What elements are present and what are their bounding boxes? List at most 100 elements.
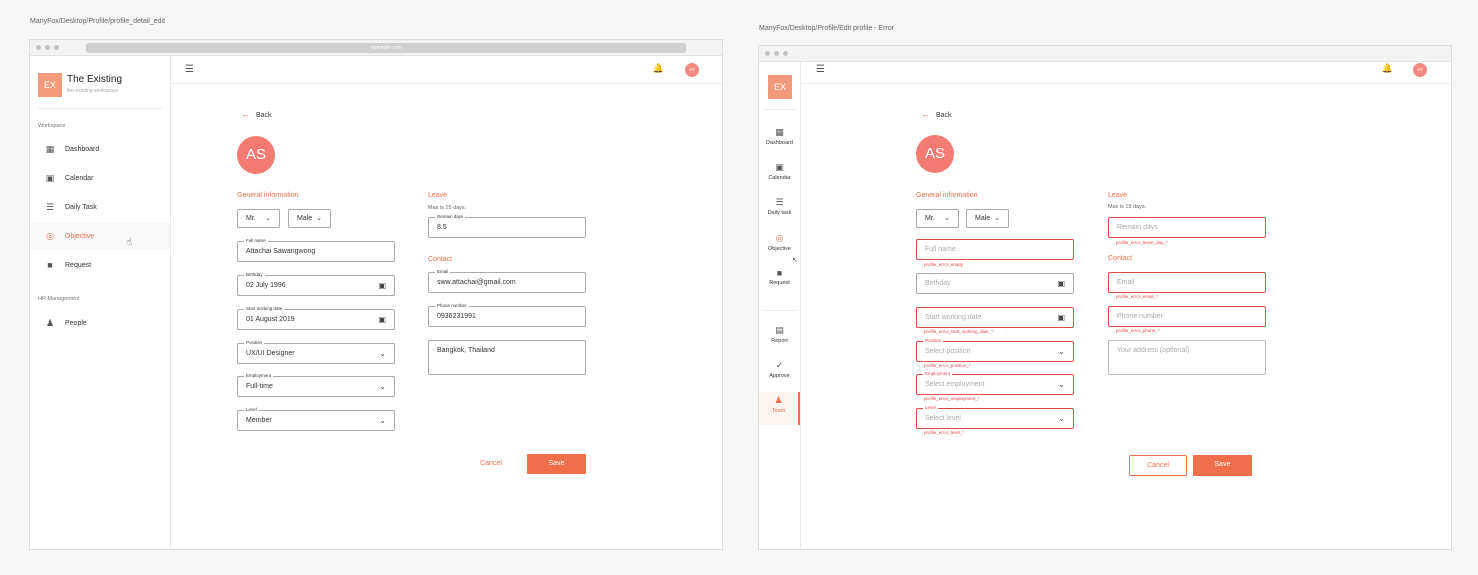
phone-field[interactable]: Phone number 0936231991 [428,303,586,327]
phone-error: profile_error_phone_* [1116,328,1160,333]
sidebar-item-daily-task[interactable]: ☰ Daily Task [30,194,170,220]
dashboard-icon: ▦ [45,143,55,154]
sidebar-item-label: Objective [768,246,791,252]
level-select[interactable]: Level Select level ⌄ [916,405,1074,429]
position-error: profile_error_position_* [924,363,971,368]
top-header: ☰ 🔔 AT [801,56,1451,84]
employment-select[interactable]: Employment Select employment ⌄ [916,371,1074,395]
sidebar-item-label: Calendar [768,175,791,181]
sidebar-item-daily-task[interactable]: ☰ Daily task [759,197,800,216]
general-info-title: General information [237,192,299,199]
cancel-button[interactable]: Cancel [1129,455,1187,476]
sidebar-collapsed: EX ▦ Dashboard ▣ Calendar ☰ Daily task ◎ Obj… [759,62,801,549]
window-controls[interactable] [36,45,59,50]
chevron-down-icon: ⌄ [316,215,322,222]
position-select[interactable]: Position UX/UI Designer ⌄ [237,340,395,364]
phone-field[interactable]: Phone number [1108,306,1266,327]
gender-select[interactable]: Male ⌄ [966,209,1009,228]
calendar-icon: ▣ [775,162,784,172]
dashboard-icon: ▦ [775,127,784,137]
sidebar-item-dashboard[interactable]: ▦ Dashboard [759,127,800,146]
start-date-field[interactable]: Start working date 01 August 2019 ▣ [237,306,395,330]
address-textarea[interactable]: Your address (optional) [1108,340,1266,375]
sidebar-item-people[interactable]: ♟ People [30,310,170,336]
frame-title-right: ManyFox/Desktop/Profile/Edit profile - E… [759,25,894,32]
gender-select[interactable]: Male ⌄ [288,209,331,228]
calendar-icon[interactable]: ▣ [378,315,386,324]
sidebar-item-approve[interactable]: ✓ Approve [759,360,800,379]
address-textarea[interactable]: Bangkok, Thailand [428,340,586,375]
sidebar-item-dashboard[interactable]: ▦ Dashboard [30,136,170,162]
list-icon: ☰ [775,197,784,207]
window-controls[interactable] [765,51,788,56]
remain-days-field[interactable]: Remain days 8.5 [428,214,586,238]
check-icon: ✓ [775,360,784,370]
sidebar-item-request[interactable]: ■ Request [759,268,800,286]
sidebar-item-label: People [65,319,87,327]
cancel-button[interactable]: Cancel [471,460,511,467]
sidebar-item-label: Request [65,261,92,269]
header-avatar[interactable]: AT [685,63,699,77]
start-date-field[interactable]: Start working date ▣ [916,307,1074,328]
arrow-left-icon: ← [241,109,250,119]
divider [763,310,796,311]
back-label: Back [936,112,952,119]
header-avatar[interactable]: AT [1413,63,1427,77]
birthday-field[interactable]: Birthday ▣ [916,273,1074,294]
birthday-field[interactable]: Birthday 02 July 1996 ▣ [237,272,395,296]
position-select[interactable]: Position Select position ⌄ [916,338,1074,362]
sidebar-item-label: Request [769,280,790,286]
employment-select[interactable]: Employment Full-time ⌄ [237,373,395,397]
title-select[interactable]: Mr. ⌄ [916,209,959,228]
profile-avatar[interactable]: AS [916,135,954,173]
full-name-field[interactable]: Full name Attachai Sawangwong [237,238,395,262]
sidebar-item-request[interactable]: ■ Request [30,252,170,278]
bell-icon[interactable]: 🔔 [653,63,664,74]
sidebar-item-label: Daily task [767,210,792,216]
sidebar-item-calendar[interactable]: ▣ Calendar [759,162,800,181]
sidebar-item-report[interactable]: ▤ Report [759,325,800,344]
back-link[interactable]: ← Back [921,109,952,119]
leave-note: Max is 15 days. [1108,204,1147,210]
save-button[interactable]: Save [527,454,586,474]
sidebar-item-label: Team [771,408,786,414]
frame-title-left: ManyFox/Desktop/Profile/profile_detail_e… [30,18,166,25]
profile-avatar[interactable]: AS [237,136,275,174]
full-name-field[interactable]: Full name [916,239,1074,260]
back-link[interactable]: ← Back [241,109,272,119]
workspace-logo[interactable]: EX [38,73,62,97]
divider [38,108,162,109]
sidebar-item-calendar[interactable]: ▣ Calendar [30,165,170,191]
chevron-down-icon: ⌄ [379,416,386,425]
target-icon: ◎ [775,233,784,243]
hand-cursor-icon: ☝ [126,237,133,248]
menu-icon[interactable]: ☰ [816,64,825,75]
chevron-down-icon: ⌄ [379,349,386,358]
title-select[interactable]: Mr. ⌄ [237,209,280,228]
calendar-icon: ▣ [45,172,55,183]
sidebar: EX The Existing the-existing-workspace W… [30,56,171,549]
workspace-logo[interactable]: EX [768,75,792,99]
level-error: profile_error_level_* [924,430,965,435]
chat-icon: ■ [776,268,783,278]
workspace-name: The Existing [67,74,123,85]
sidebar-item-objective[interactable]: ◎ Objective [30,223,170,249]
remain-days-field[interactable]: Remain days [1108,217,1266,238]
calendar-icon[interactable]: ▣ [1057,279,1065,288]
sidebar-item-label: Dashboard [65,145,100,153]
chevron-down-icon: ⌄ [1058,380,1065,389]
leave-title: Leave [1108,192,1128,199]
url-bar[interactable]: example.com [86,43,686,53]
email-field[interactable]: Email sww.attachai@gmail.com [428,269,586,293]
sidebar-item-objective[interactable]: ◎ Objective [759,233,800,252]
calendar-icon[interactable]: ▣ [1057,313,1065,322]
save-button[interactable]: Save [1193,455,1252,476]
menu-icon[interactable]: ☰ [185,64,194,75]
level-select[interactable]: Level Member ⌄ [237,407,395,431]
sidebar-item-label: Objective [65,232,95,240]
calendar-icon[interactable]: ▣ [378,281,386,290]
bell-icon[interactable]: 🔔 [1382,63,1393,74]
email-field[interactable]: Email [1108,272,1266,293]
arrow-left-icon: ← [921,109,930,119]
sidebar-item-team[interactable]: ♟ Team [759,392,800,425]
